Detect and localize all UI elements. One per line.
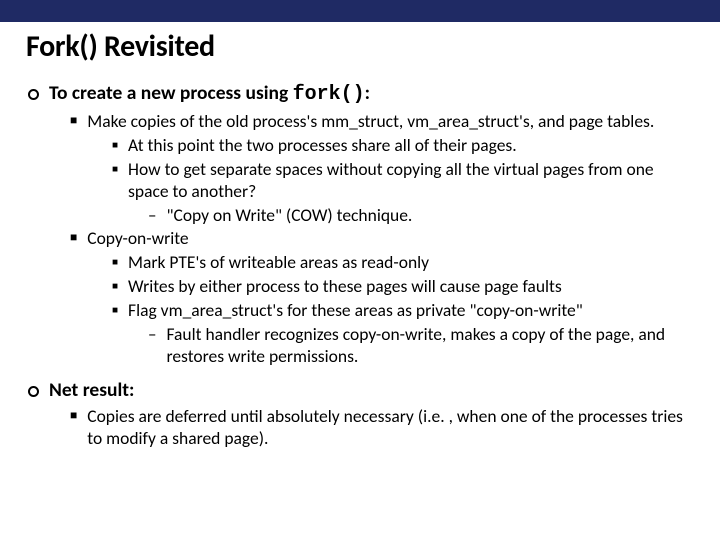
bullet-text: Net result: — [49, 378, 694, 402]
bullet-main-net-result: Net result: — [28, 378, 694, 402]
bullet-text: Make copies of the old process's mm_stru… — [87, 111, 694, 133]
bullet-text: Mark PTE's of writeable areas as read-on… — [128, 252, 694, 274]
bullet-flag-private: ■ Flag vm_area_struct's for these areas … — [112, 300, 694, 322]
bullet-text: Copies are deferred until absolutely nec… — [87, 406, 694, 450]
bullet-text: Fault handler recognizes copy-on-write, … — [166, 324, 694, 368]
square-icon: ■ — [112, 304, 118, 317]
bullet-cow-technique: – "Copy on Write" (COW) technique. — [148, 205, 694, 227]
square-icon: ■ — [112, 256, 118, 269]
square-icon: ■ — [70, 231, 77, 246]
bullet-make-copies: ■ Make copies of the old process's mm_st… — [70, 111, 694, 133]
bullet-text: "Copy on Write" (COW) technique. — [166, 205, 694, 227]
bullet-share-pages: ■ At this point the two processes share … — [112, 135, 694, 157]
circle-icon — [28, 378, 39, 402]
slide-content: Fork() Revisited To create a new process… — [0, 22, 720, 450]
square-icon: ■ — [70, 409, 77, 424]
bullet-page-faults: ■ Writes by either process to these page… — [112, 276, 694, 298]
text-part: To create a new process using — [49, 81, 293, 105]
text-part: : — [365, 81, 370, 105]
bullet-copy-on-write: ■ Copy-on-write — [70, 228, 694, 250]
square-icon: ■ — [112, 139, 118, 152]
bullet-text: Writes by either process to these pages … — [128, 276, 694, 298]
circle-icon — [28, 81, 39, 105]
bullet-text: How to get separate spaces without copyi… — [128, 159, 694, 203]
bullet-separate-spaces: ■ How to get separate spaces without cop… — [112, 159, 694, 203]
bullet-text: Copy-on-write — [87, 228, 694, 250]
dash-icon: – — [148, 324, 156, 345]
square-icon: ■ — [112, 163, 118, 176]
code-fork: fork() — [293, 83, 365, 106]
bullet-text: At this point the two processes share al… — [128, 135, 694, 157]
dash-icon: – — [148, 205, 156, 226]
bullet-main-create: To create a new process using fork(): — [28, 81, 694, 107]
bullet-text: Flag vm_area_struct's for these areas as… — [128, 300, 694, 322]
header-bar — [0, 0, 720, 22]
square-icon: ■ — [112, 280, 118, 293]
bullet-fault-handler: – Fault handler recognizes copy-on-write… — [148, 324, 694, 368]
slide-title: Fork() Revisited — [26, 28, 694, 65]
bullet-deferred: ■ Copies are deferred until absolutely n… — [70, 406, 694, 450]
square-icon: ■ — [70, 114, 77, 129]
bullet-text: To create a new process using fork(): — [49, 81, 694, 107]
bullet-mark-pte: ■ Mark PTE's of writeable areas as read-… — [112, 252, 694, 274]
